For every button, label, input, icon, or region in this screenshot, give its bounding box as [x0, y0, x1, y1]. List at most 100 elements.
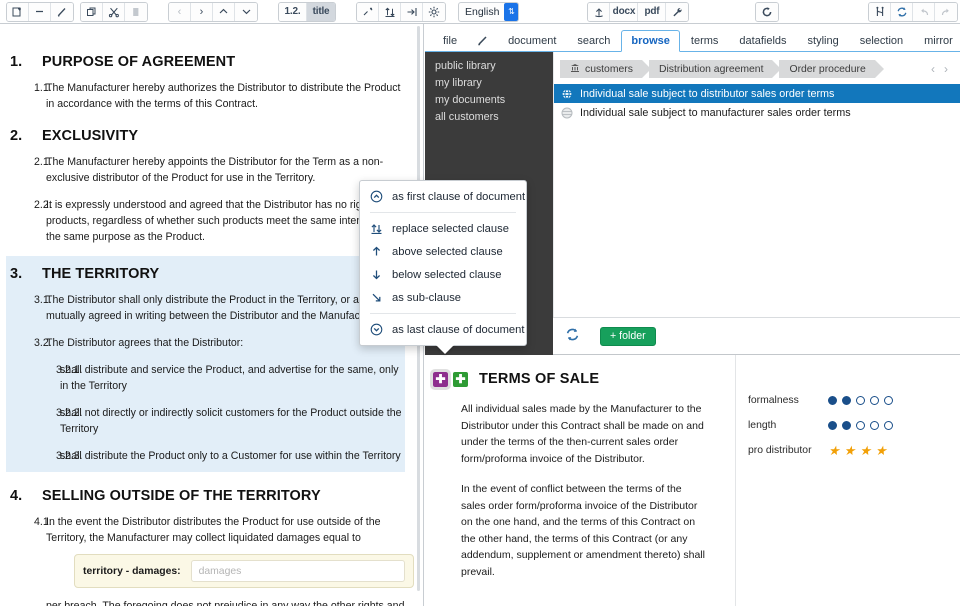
clause-globe-icon [561, 88, 580, 100]
damages-input[interactable]: damages [191, 560, 405, 582]
sidebar-item-my-library[interactable]: my library [425, 75, 553, 92]
copy-icon-button[interactable] [81, 3, 103, 21]
menu-item-as-sub-clause[interactable]: as sub-clause [360, 286, 526, 309]
breadcrumb-next-button[interactable]: › [944, 62, 948, 76]
upload-button[interactable] [588, 3, 610, 21]
tab-selection[interactable]: selection [850, 29, 913, 51]
clause-3-2-2[interactable]: 3.2.2. shall not directly or indirectly … [6, 405, 405, 437]
clause-2-1[interactable]: 2.1. The Manufacturer hereby appoints th… [6, 154, 405, 186]
clause-3-2-1[interactable]: 3.2.1. shall distribute and service the … [6, 362, 405, 394]
title-button[interactable]: title [307, 3, 335, 21]
redo-button[interactable] [935, 3, 957, 21]
circle-up-arrow-icon [370, 190, 392, 203]
refresh-icon[interactable] [565, 327, 580, 346]
collapse-button[interactable] [357, 3, 379, 21]
menu-item-label: above selected clause [392, 246, 503, 258]
clause-3-2-3[interactable]: 3.2.3. shall distribute the Product only… [6, 448, 405, 464]
language-select[interactable]: English ⇅ [458, 2, 519, 22]
move-up-button[interactable] [213, 3, 235, 21]
meta-row-length: length [748, 413, 960, 438]
numbering-button[interactable]: 1.2. [279, 3, 307, 21]
pro-distributor-rating[interactable]: ★★★★ [828, 444, 887, 457]
preview-title: TERMS OF SALE [479, 371, 599, 387]
wrench-tools-button[interactable] [666, 3, 688, 21]
breadcrumb-prev-button[interactable]: ‹ [931, 62, 935, 76]
toolbar-group-export: docx pdf [587, 2, 689, 22]
menu-item-below-selected-clause[interactable]: below selected clause [360, 263, 526, 286]
toolbar-group-history [868, 2, 958, 22]
crumb-customers[interactable]: customers [560, 60, 642, 78]
crumb-distribution-agreement[interactable]: Distribution agreement [649, 60, 773, 78]
clause-number: 2.1. [6, 154, 46, 186]
docx-export-button[interactable]: docx [610, 3, 638, 21]
menu-item-as-last-clause[interactable]: as last clause of document [360, 318, 526, 341]
section-heading[interactable]: 1. PURPOSE OF AGREEMENT [6, 54, 405, 70]
indent-button[interactable] [401, 3, 423, 21]
result-label: Individual sale subject to distributor s… [580, 88, 834, 100]
move-down-button[interactable] [235, 3, 257, 21]
clause-4-1[interactable]: 4.1. In the event the Distributor distri… [6, 514, 405, 546]
section-heading[interactable]: 4. SELLING OUTSIDE OF THE TERRITORY [6, 488, 405, 504]
paste-button[interactable] [125, 3, 147, 21]
clause-number: 2.2. [6, 197, 46, 245]
clause-2-2[interactable]: 2.2. It is expressly understood and agre… [6, 197, 405, 245]
clause-text: The Distributor agrees that the Distribu… [46, 335, 405, 351]
edit-pencil-button[interactable] [51, 3, 73, 21]
remove-button[interactable] [29, 3, 51, 21]
length-rating[interactable] [828, 421, 893, 430]
sync-button[interactable] [891, 3, 913, 21]
pdf-export-button[interactable]: pdf [638, 3, 666, 21]
clause-1-1[interactable]: 1.1. The Manufacturer hereby authorizes … [6, 80, 405, 112]
section-number: 2. [6, 128, 42, 144]
section-title: THE TERRITORY [42, 266, 159, 282]
tab-datafields[interactable]: datafields [729, 29, 796, 51]
clause-3-2[interactable]: 3.2. The Distributor agrees that the Dis… [6, 335, 405, 351]
tab-mirror[interactable]: mirror [914, 29, 960, 51]
clause-text: shall distribute and service the Product… [58, 362, 405, 394]
section-heading[interactable]: 2. EXCLUSIVITY [6, 128, 405, 144]
tab-browse[interactable]: browse [621, 30, 680, 52]
toolbar-group-doc-ops [6, 2, 74, 22]
result-item-manufacturer-terms[interactable]: Individual sale subject to manufacturer … [554, 103, 960, 122]
section-number: 1. [6, 54, 42, 70]
tab-edit[interactable] [468, 29, 497, 51]
cut-scissors-button[interactable] [103, 3, 125, 21]
menu-item-above-selected-clause[interactable]: above selected clause [360, 240, 526, 263]
chevron-updown-icon: ⇅ [504, 3, 518, 21]
highlighted-section-block[interactable]: 3. THE TERRITORY 3.1. The Distributor sh… [6, 256, 405, 472]
tab-document[interactable]: document [498, 29, 566, 51]
tab-terms[interactable]: terms [681, 29, 729, 51]
toolbar-group-numbering: 1.2. title [278, 2, 336, 22]
tab-file[interactable]: file [433, 29, 467, 51]
tab-styling[interactable]: styling [798, 29, 849, 51]
formalness-rating[interactable] [828, 396, 893, 405]
preview-title-row: ✚ ✚ TERMS OF SALE [433, 371, 735, 387]
tab-search[interactable]: search [567, 29, 620, 51]
insert-clause-green-icon[interactable]: ✚ [453, 372, 468, 387]
sidebar-item-public-library[interactable]: public library [425, 58, 553, 75]
crumb-order-procedure[interactable]: Order procedure [779, 60, 874, 78]
reload-button[interactable] [756, 3, 778, 21]
replace-arrows-icon [370, 222, 392, 235]
menu-item-as-first-clause[interactable]: as first clause of document [360, 185, 526, 208]
new-document-button[interactable] [7, 3, 29, 21]
add-folder-button[interactable]: + folder [600, 327, 656, 346]
settings-gear-button[interactable] [423, 3, 445, 21]
clause-3-1[interactable]: 3.1. The Distributor shall only distribu… [6, 292, 405, 324]
result-item-distributor-terms[interactable]: Individual sale subject to distributor s… [554, 84, 960, 103]
section-title: SELLING OUTSIDE OF THE TERRITORY [42, 488, 321, 504]
compare-button[interactable] [869, 3, 891, 21]
sidebar-item-my-documents[interactable]: my documents [425, 92, 553, 109]
datafield-territory-damages[interactable]: territory - damages: damages [74, 554, 414, 588]
menu-item-replace-selected-clause[interactable]: replace selected clause [360, 217, 526, 240]
clause-number: 4.1. [6, 514, 46, 546]
sort-button[interactable] [379, 3, 401, 21]
insert-clause-purple-icon[interactable]: ✚ [433, 372, 448, 387]
undo-button[interactable] [913, 3, 935, 21]
sidebar-item-all-customers[interactable]: all customers [425, 109, 553, 126]
next-button[interactable]: › [191, 3, 213, 21]
section-heading[interactable]: 3. THE TERRITORY [6, 266, 405, 282]
previous-button[interactable]: ‹ [169, 3, 191, 21]
clause-4-1-trailing[interactable]: per breach. The foregoing does not preju… [6, 598, 405, 606]
meta-label: length [748, 420, 828, 431]
